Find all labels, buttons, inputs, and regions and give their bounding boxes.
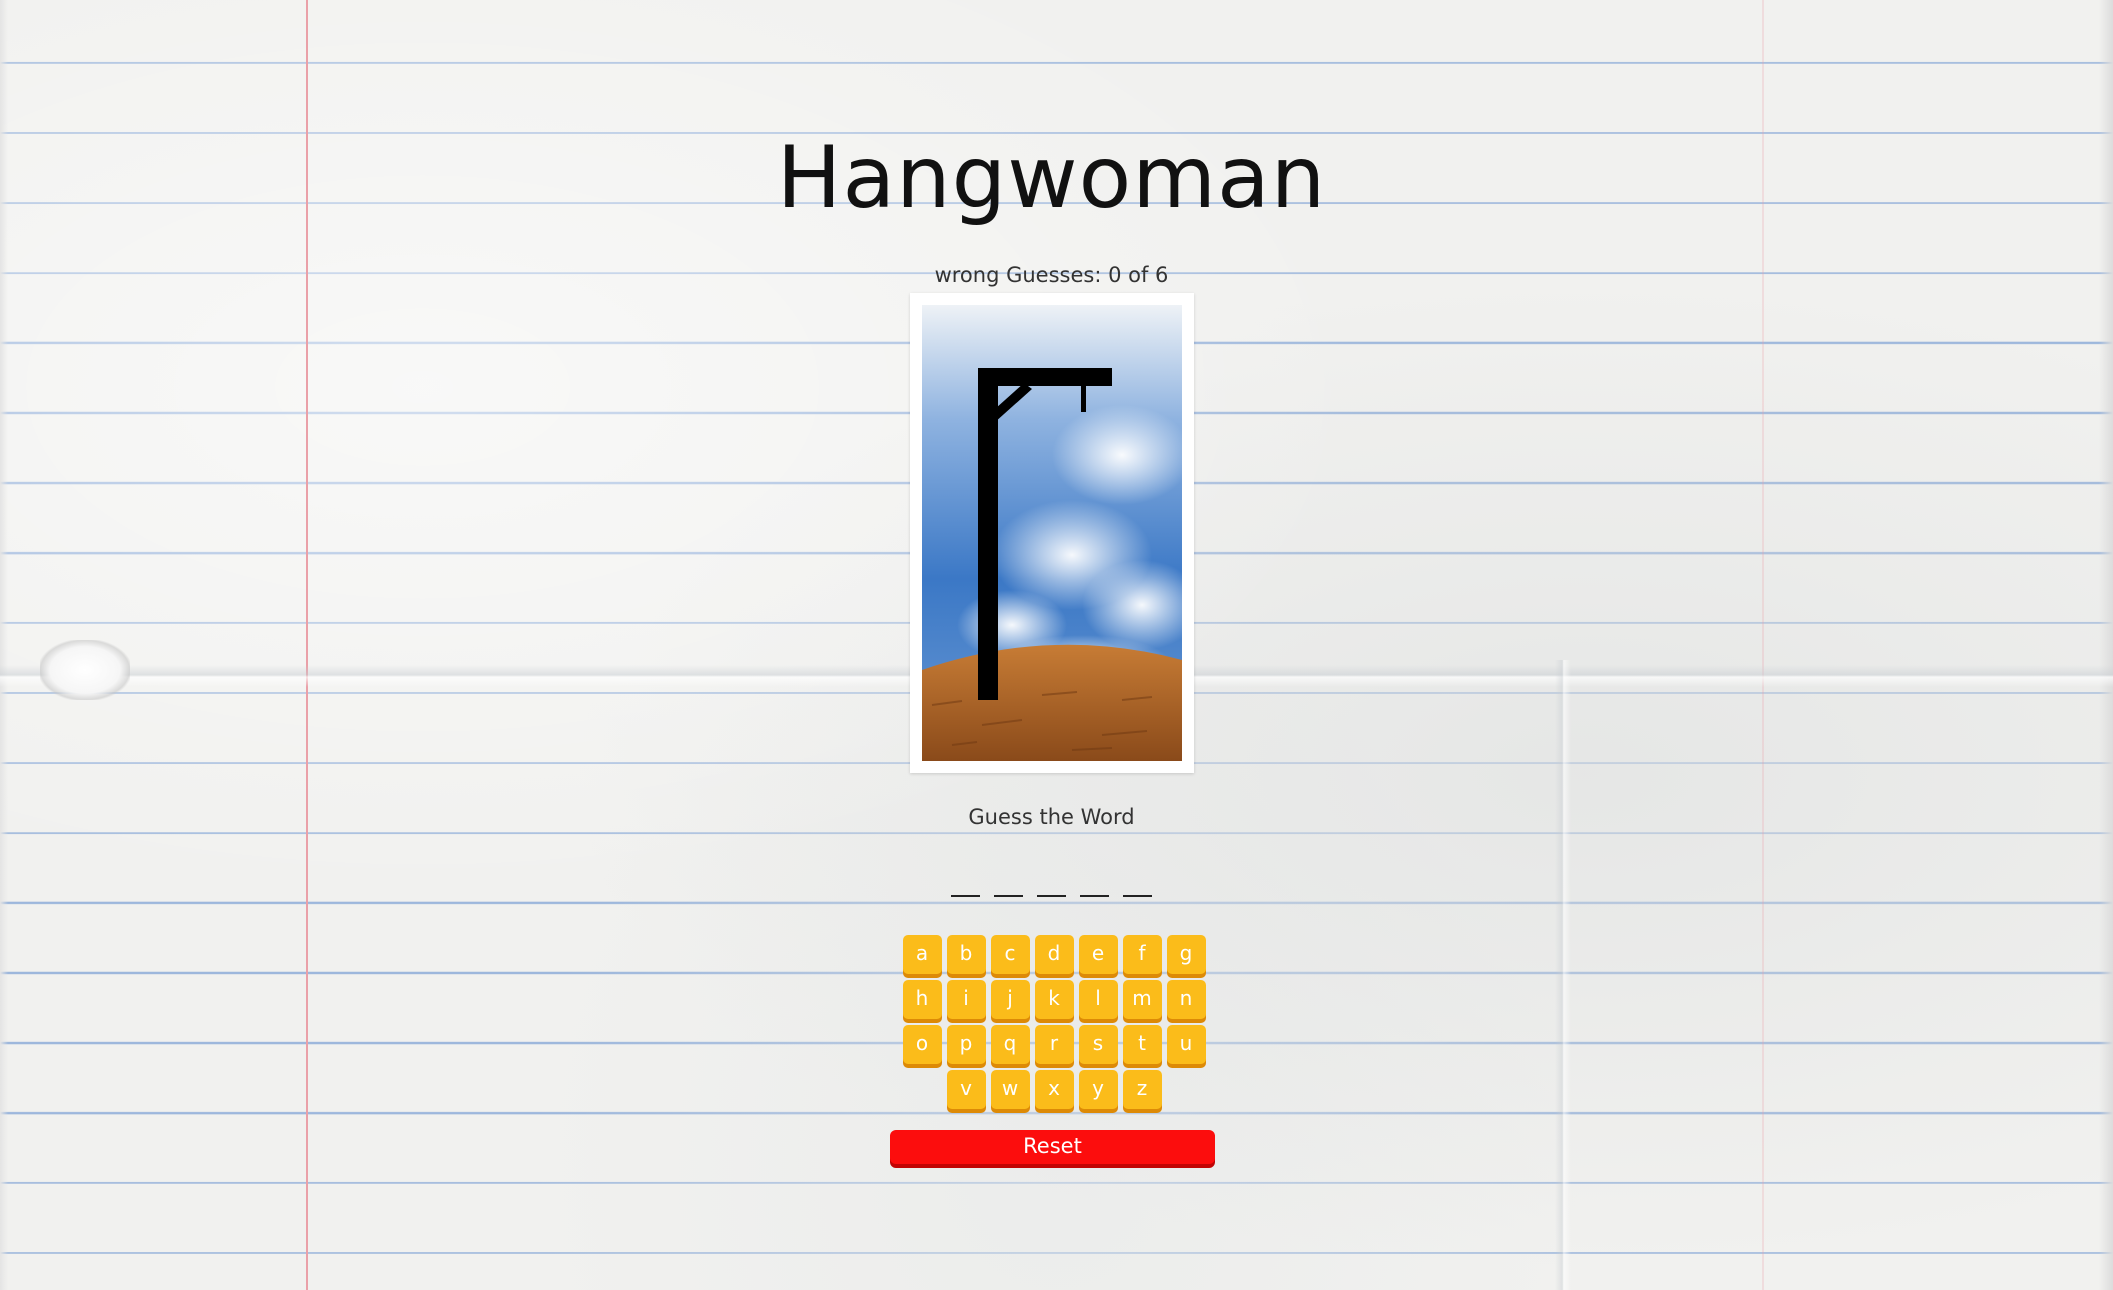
letter-blank [1037,875,1066,897]
letter-key-j[interactable]: j [990,980,1030,1019]
keyboard-row: o p q r s t u [899,1025,1209,1064]
letter-key-l[interactable]: l [1078,980,1118,1019]
letter-key-d[interactable]: d [1034,935,1074,974]
letter-key-k[interactable]: k [1034,980,1074,1019]
letter-key-r[interactable]: r [1034,1025,1074,1064]
letter-key-x[interactable]: x [1034,1070,1074,1109]
keyboard-row: a b c d e f g [899,935,1209,974]
paper-fold-crease-vertical [1555,660,1571,1290]
keyboard-row: v w x y z [899,1070,1209,1109]
letter-key-p[interactable]: p [946,1025,986,1064]
letter-blank [994,875,1023,897]
wrong-guesses-counter: wrong Guesses: 0 of 6 [934,263,1169,287]
keyboard-row: h i j k l m n [899,980,1209,1019]
letter-blank [951,875,980,897]
reset-button[interactable]: Reset [890,1130,1215,1164]
letter-key-c[interactable]: c [990,935,1030,974]
letter-key-y[interactable]: y [1078,1070,1118,1109]
word-blanks [0,875,2103,897]
letter-key-g[interactable]: g [1166,935,1206,974]
letter-key-z[interactable]: z [1122,1070,1162,1109]
letter-key-v[interactable]: v [946,1070,986,1109]
letter-key-i[interactable]: i [946,980,986,1019]
letter-blank [1080,875,1109,897]
letter-key-u[interactable]: u [1166,1025,1206,1064]
letter-key-s[interactable]: s [1078,1025,1118,1064]
letter-key-b[interactable]: b [946,935,986,974]
letter-key-h[interactable]: h [902,980,942,1019]
letter-key-n[interactable]: n [1166,980,1206,1019]
guess-the-word-label: Guess the Word [968,805,1135,829]
letter-key-q[interactable]: q [990,1025,1030,1064]
letter-key-w[interactable]: w [990,1070,1030,1109]
letter-key-a[interactable]: a [902,935,942,974]
page-title: Hangwoman [776,128,1327,228]
letter-blank [1123,875,1152,897]
letter-key-f[interactable]: f [1122,935,1162,974]
letter-key-t[interactable]: t [1122,1025,1162,1064]
letter-key-m[interactable]: m [1122,980,1162,1019]
letter-key-e[interactable]: e [1078,935,1118,974]
gallows-scene-image [922,305,1182,761]
hangman-image-frame [910,293,1194,773]
letter-key-o[interactable]: o [902,1025,942,1064]
paper-torn-hole [40,640,130,700]
letter-keyboard: a b c d e f g h i j k l m n o p q r s t … [899,935,1209,1115]
